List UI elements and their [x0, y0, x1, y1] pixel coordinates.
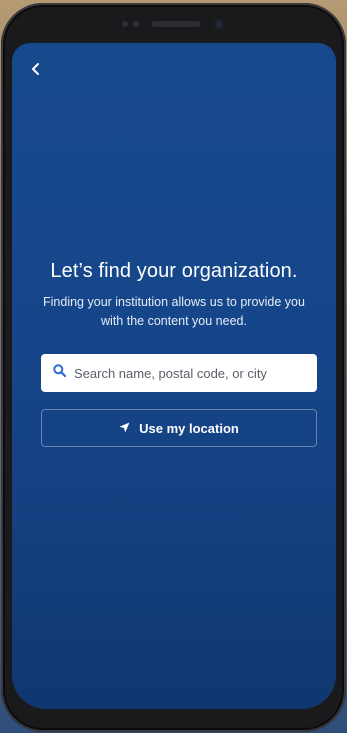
use-my-location-label: Use my location: [139, 420, 239, 436]
intro-section: Let’s find your organization. Finding yo…: [12, 257, 336, 331]
search-icon: [53, 364, 67, 382]
chevron-left-icon: [30, 62, 42, 81]
sensor-dot: [133, 21, 139, 27]
front-camera: [213, 18, 225, 30]
location-arrow-icon: [119, 421, 139, 436]
phone-frame: Let’s find your organization. Finding yo…: [1, 3, 346, 732]
app-screen: Let’s find your organization. Finding yo…: [12, 43, 336, 709]
search-bar[interactable]: [41, 354, 317, 392]
use-my-location-button[interactable]: Use my location: [41, 409, 317, 447]
earpiece-speaker: [151, 21, 201, 27]
back-button[interactable]: [24, 59, 48, 83]
page-subtitle: Finding your institution allows us to pr…: [43, 295, 305, 328]
search-input[interactable]: [74, 365, 294, 381]
sensor-dot: [122, 21, 128, 27]
page-title: Let’s find your organization.: [50, 260, 298, 282]
